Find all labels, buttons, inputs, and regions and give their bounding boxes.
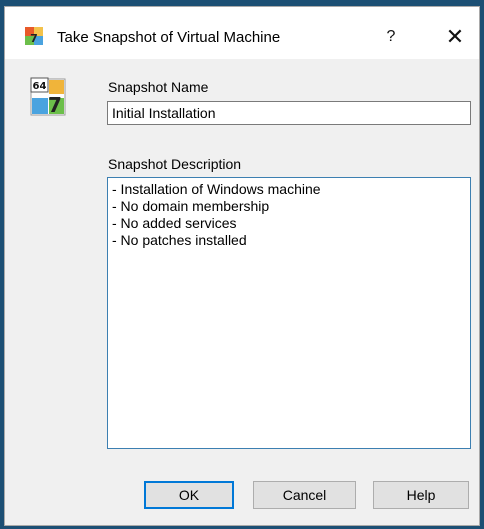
cancel-button[interactable]: Cancel [253,481,356,509]
ok-button[interactable]: OK [144,481,234,509]
help-button[interactable]: Help [373,481,469,509]
description-line: - No domain membership [112,198,270,214]
window-title: Take Snapshot of Virtual Machine [57,29,281,46]
close-icon[interactable]: ✕ [439,23,471,51]
snapshot-description-label: Snapshot Description [108,156,242,172]
svg-text:7: 7 [30,32,38,45]
snapshot-description-textarea[interactable]: - Installation of Windows machine - No d… [107,177,471,449]
title-bar[interactable]: 7 Take Snapshot of Virtual Machine ? ✕ [5,7,479,59]
snapshot-name-input[interactable] [107,101,471,125]
icon-numeral-7: 7 [48,93,62,117]
snapshot-app-icon: 7 [25,27,43,45]
snapshot-dialog: 7 Take Snapshot of Virtual Machine ? ✕ 6… [4,6,480,526]
snapshot-name-label: Snapshot Name [108,79,209,95]
help-question-icon[interactable]: ? [377,23,405,51]
vm-64bit-windows7-icon: 64 7 [30,77,66,117]
description-line: - No added services [112,215,237,231]
description-line: - Installation of Windows machine [112,181,321,197]
description-line: - No patches installed [112,232,247,248]
icon-badge-64: 64 [33,81,47,92]
